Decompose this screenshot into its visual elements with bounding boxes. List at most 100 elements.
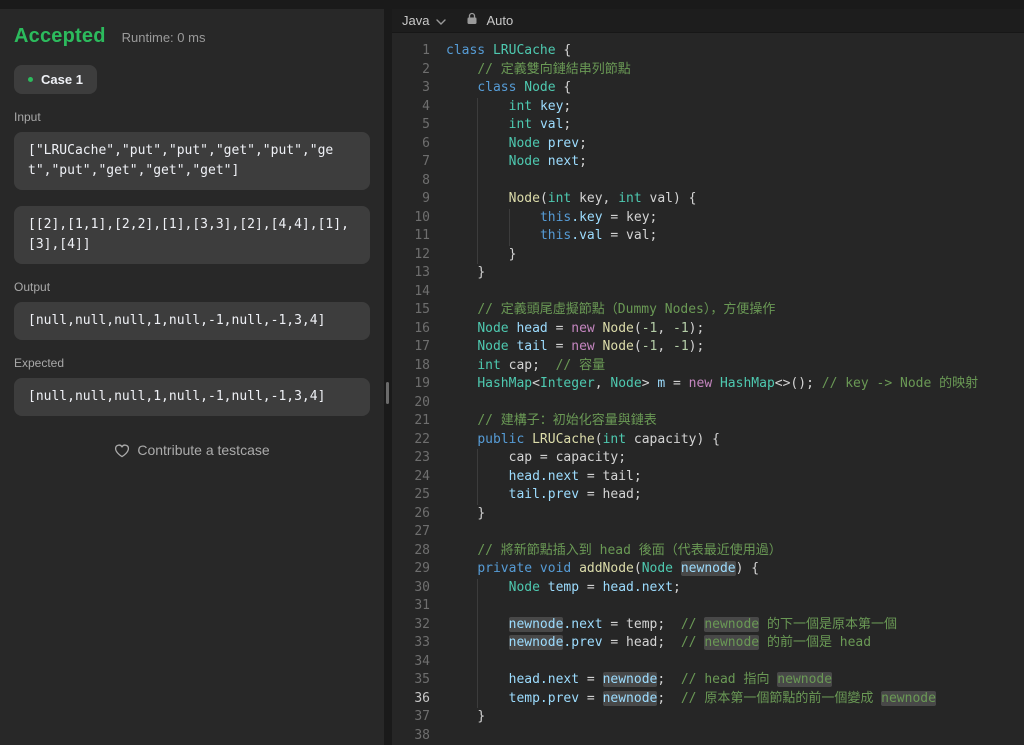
code-token: = tail; (579, 468, 642, 484)
code-line[interactable]: 33 newnode.prev = head; // newnode 的前一個是… (400, 634, 1024, 653)
code-line[interactable]: 31 (400, 597, 1024, 616)
indent-guide (509, 227, 540, 246)
code-line[interactable]: 38 (400, 727, 1024, 745)
code-line[interactable]: 16 Node head = new Node(-1, -1); (400, 320, 1024, 339)
code-line[interactable]: 12 } (400, 246, 1024, 265)
code-token: = temp; (602, 616, 681, 632)
code-line[interactable]: 6 Node prev; (400, 135, 1024, 154)
code-line[interactable]: 17 Node tail = new Node(-1, -1); (400, 338, 1024, 357)
indent-guide (477, 449, 508, 468)
code-line[interactable]: 19 HashMap<Integer, Node> m = new HashMa… (400, 375, 1024, 394)
code-token: { (555, 80, 572, 95)
code-token: -1 (641, 320, 658, 336)
code-line[interactable]: 4 int key; (400, 98, 1024, 117)
code-lines[interactable]: 1 class LRUCache {2 // 定義雙向鏈結串列節點 3 class … (392, 33, 1024, 745)
indent-guide (477, 209, 508, 228)
code-token: ; (673, 579, 681, 595)
code-line[interactable]: 37 } (400, 708, 1024, 727)
code-line[interactable]: 10 this.key = key; (400, 209, 1024, 228)
code-token: capacity) { (626, 431, 720, 447)
code-token: .key (571, 209, 603, 225)
panel-scrollbar-handle[interactable] (386, 382, 389, 404)
code-token: m (657, 376, 666, 391)
result-status-row: Accepted Runtime: 0 ms (14, 25, 370, 48)
code-token: newnode (704, 635, 760, 650)
line-number: 16 (414, 320, 430, 336)
code-line[interactable]: 18 int cap; // 容量 (400, 357, 1024, 376)
line-number: 24 (414, 468, 430, 484)
code-token: } (508, 246, 517, 262)
code-line[interactable]: 35 head.next = newnode; // head 指向 newno… (400, 671, 1024, 690)
code-line[interactable]: 14 (400, 283, 1024, 302)
panel-divider[interactable] (384, 0, 392, 745)
code-line[interactable]: 29 private void addNode(Node newnode) { (400, 560, 1024, 579)
code-line[interactable]: 34 (400, 653, 1024, 672)
code-line[interactable]: 13 } (400, 264, 1024, 283)
code-line[interactable]: 20 (400, 394, 1024, 413)
code-line[interactable]: 7 Node next; (400, 153, 1024, 172)
code-token: tail.prev (508, 487, 580, 502)
code-line[interactable]: 23 cap = capacity; (400, 449, 1024, 468)
code-token: // 建構子：初始化容量與鏈表 (477, 413, 657, 428)
code-token: = (579, 579, 603, 595)
indent-guide (477, 98, 508, 117)
code-line[interactable]: 1 class LRUCache { (400, 42, 1024, 61)
code-line[interactable]: 26 } (400, 505, 1024, 524)
line-number: 19 (414, 376, 430, 391)
code-line[interactable]: 11 this.val = val; (400, 227, 1024, 246)
code-line[interactable]: 2 // 定義雙向鏈結串列節點 (400, 61, 1024, 80)
code-token: newnode (704, 616, 760, 632)
code-token: newnode (680, 561, 736, 576)
code-token: newnode (508, 616, 564, 632)
code-line[interactable]: 30 Node temp = head.next; (400, 579, 1024, 598)
code-token: ( (633, 339, 642, 354)
code-token: -1 (673, 339, 689, 354)
language-selector[interactable]: Java (402, 12, 447, 30)
code-token: LRUCache (492, 43, 556, 58)
code-token: int (602, 431, 627, 447)
code-line[interactable]: 22 public LRUCache(int capacity) { (400, 431, 1024, 450)
code-token: this (539, 228, 572, 243)
code-token: newnode (602, 672, 658, 687)
code-line[interactable]: 8 (400, 172, 1024, 191)
line-number: 17 (414, 339, 430, 354)
output-value[interactable]: [null,null,null,1,null,-1,null,-1,3,4] (14, 302, 370, 340)
line-number: 1 (422, 43, 430, 58)
input-value-operations[interactable]: ["LRUCache","put","put","get","put","get… (14, 132, 370, 190)
code-token: // head 指向 (680, 672, 778, 687)
code-line[interactable]: 5 int val; (400, 116, 1024, 135)
code-line[interactable]: 24 head.next = tail; (400, 468, 1024, 487)
case-label: Case 1 (41, 72, 83, 87)
code-token: ; (579, 135, 587, 151)
contribute-testcase-link[interactable]: Contribute a testcase (14, 442, 370, 458)
code-token: = head; (579, 487, 642, 502)
code-line[interactable]: 32 newnode.next = temp; // newnode 的下一個是… (400, 616, 1024, 635)
code-line[interactable]: 36 temp.prev = newnode; // 原本第一個節點的前一個變成… (400, 690, 1024, 709)
code-token: public (477, 431, 525, 447)
code-token: tail (508, 339, 548, 354)
code-line[interactable]: 27 (400, 523, 1024, 542)
code-token: -1 (673, 320, 689, 336)
code-token: // key -> Node 的映射 (821, 376, 979, 391)
code-line[interactable]: 25 tail.prev = head; (400, 486, 1024, 505)
code-line[interactable]: 3 class Node { (400, 79, 1024, 98)
code-token: < (532, 376, 540, 391)
code-line[interactable]: 15 // 定義頭尾虛擬節點（Dummy Nodes），方便操作 (400, 301, 1024, 320)
code-token: int (477, 357, 501, 373)
code-line[interactable]: 21 // 建構子：初始化容量與鏈表 (400, 412, 1024, 431)
code-line[interactable]: 9 Node(int key, int val) { (400, 190, 1024, 209)
line-number: 27 (414, 524, 430, 539)
expected-value[interactable]: [null,null,null,1,null,-1,null,-1,3,4] (14, 378, 370, 416)
code-line[interactable]: 28 // 將新節點插入到 head 後面（代表最近使用過） (400, 542, 1024, 561)
code-token: private (477, 561, 533, 576)
input-value-arguments[interactable]: [[2],[1,1],[2,2],[1],[3,3],[2],[4,4],[1]… (14, 206, 370, 264)
case-1-tab[interactable]: Case 1 (14, 65, 97, 94)
